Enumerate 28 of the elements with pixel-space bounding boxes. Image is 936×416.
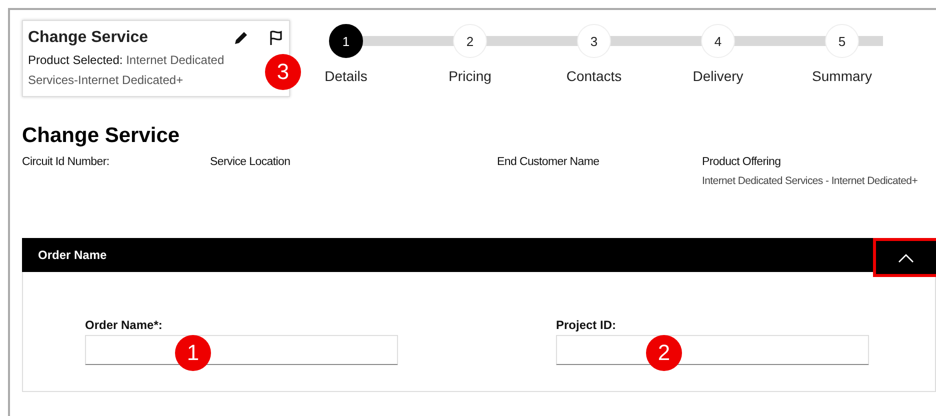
input-field[interactable] — [556, 335, 869, 365]
section-title: Order Name — [38, 248, 107, 262]
input-field[interactable] — [85, 335, 398, 365]
collapse-button[interactable] — [873, 238, 936, 277]
flag-icon[interactable] — [269, 30, 283, 46]
step-circle[interactable]: 1 — [329, 24, 363, 58]
info-label: End Customer Name — [497, 156, 600, 168]
chevron-up-icon — [898, 252, 914, 262]
step-circle[interactable]: 2 — [453, 24, 487, 58]
info-value: Internet Dedicated Services - Internet Dedicated+ — [702, 175, 918, 187]
page-title: Change Service — [22, 124, 181, 148]
step-label[interactable]: Pricing — [448, 68, 492, 84]
step-label[interactable]: Summary — [812, 68, 872, 84]
step-circle[interactable]: 5 — [825, 24, 859, 58]
field-label: Project ID: — [556, 318, 618, 332]
step-circle[interactable]: 4 — [701, 24, 735, 58]
pencil-icon[interactable] — [233, 30, 249, 46]
step-label[interactable]: Contacts — [566, 68, 622, 84]
step-circle[interactable]: 3 — [577, 24, 611, 58]
info-label: Product Offering — [702, 156, 782, 168]
step-label[interactable]: Details — [324, 68, 368, 84]
card-title: Change Service — [28, 29, 150, 47]
info-label: Service Location — [210, 156, 290, 168]
callout-number: 3 — [265, 54, 301, 90]
field-label: Order Name*: — [85, 318, 164, 332]
product-selected-text: Product Selected: Internet Dedicated Services-Internet Dedicated+ — [28, 52, 226, 89]
info-label: Circuit Id Number: — [22, 156, 110, 168]
step-label[interactable]: Delivery — [692, 68, 744, 84]
